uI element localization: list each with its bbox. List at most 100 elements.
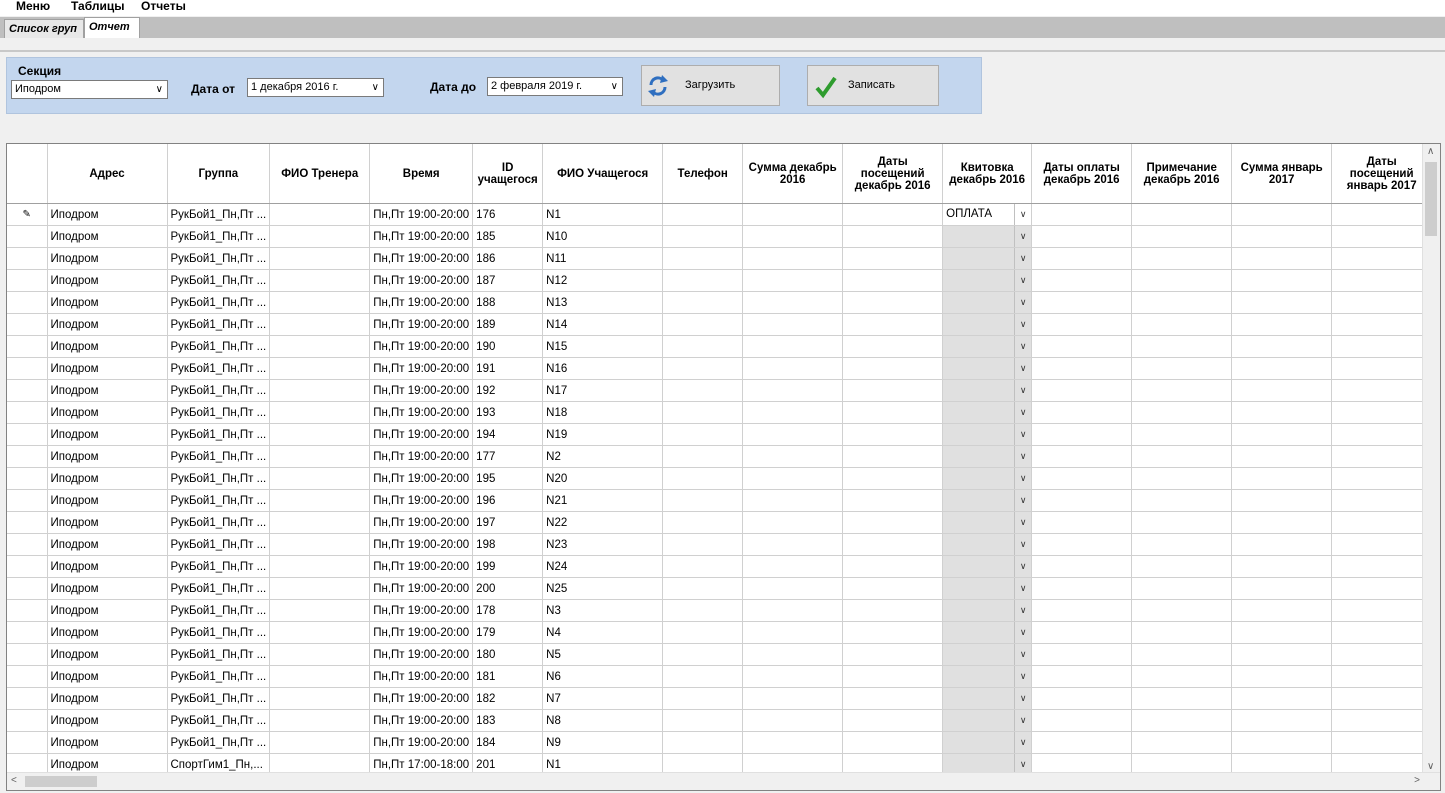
table-cell-sum-jan-2017[interactable] bbox=[1231, 247, 1333, 270]
table-cell-addr[interactable]: Иподром bbox=[47, 291, 168, 314]
table-cell-sum-jan-2017[interactable] bbox=[1231, 687, 1333, 710]
kvitovka-select[interactable]: ∨ bbox=[942, 687, 1033, 710]
table-cell-trainer[interactable] bbox=[269, 423, 371, 446]
table-cell-addr[interactable]: Иподром bbox=[47, 489, 168, 512]
table-cell-visits-dec-2016[interactable] bbox=[842, 511, 944, 534]
table-cell-sum-dec-2016[interactable] bbox=[742, 423, 844, 446]
column-header[interactable]: ФИО Учащегося bbox=[542, 144, 664, 204]
table-cell-id[interactable]: 179 bbox=[472, 621, 544, 644]
table-cell-name[interactable]: N21 bbox=[542, 489, 664, 512]
table-cell-group[interactable]: РукБой1_Пн,Пт ... bbox=[167, 379, 271, 402]
table-cell-visits-dec-2016[interactable] bbox=[842, 731, 944, 754]
table-cell-phone[interactable] bbox=[662, 247, 744, 270]
table-cell-group[interactable]: РукБой1_Пн,Пт ... bbox=[167, 577, 271, 600]
table-cell-id[interactable]: 181 bbox=[472, 665, 544, 688]
table-cell-addr[interactable]: Иподром bbox=[47, 467, 168, 490]
date-to-picker[interactable]: 2 февраля 2019 г. ∨ bbox=[487, 77, 623, 96]
table-cell-sum-dec-2016[interactable] bbox=[742, 357, 844, 380]
table-cell-phone[interactable] bbox=[662, 467, 744, 490]
table-cell-visits-dec-2016[interactable] bbox=[842, 489, 944, 512]
row-header[interactable] bbox=[7, 379, 48, 402]
table-cell-addr[interactable]: Иподром bbox=[47, 445, 168, 468]
table-cell-addr[interactable]: Иподром bbox=[47, 511, 168, 534]
table-cell-note-dec-2016[interactable] bbox=[1131, 599, 1233, 622]
table-cell-phone[interactable] bbox=[662, 621, 744, 644]
table-cell-group[interactable]: РукБой1_Пн,Пт ... bbox=[167, 687, 271, 710]
table-cell-group[interactable]: РукБой1_Пн,Пт ... bbox=[167, 291, 271, 314]
table-cell-time[interactable]: Пн,Пт 19:00-20:00 bbox=[369, 555, 474, 578]
table-cell-sum-dec-2016[interactable] bbox=[742, 291, 844, 314]
table-cell-visits-dec-2016[interactable] bbox=[842, 423, 944, 446]
table-row[interactable]: Иподром РукБой1_Пн,Пт ... Пн,Пт 19:00-20:0… bbox=[7, 401, 1440, 424]
table-cell-pay-dates-dec-2016[interactable] bbox=[1031, 511, 1133, 534]
table-cell-id[interactable]: 182 bbox=[472, 687, 544, 710]
kvitovka-select[interactable]: ∨ bbox=[942, 269, 1033, 292]
kvitovka-select[interactable]: ∨ bbox=[942, 291, 1033, 314]
table-cell-visits-jan-2017[interactable] bbox=[1331, 511, 1433, 534]
table-cell-sum-dec-2016[interactable] bbox=[742, 665, 844, 688]
chevron-down-icon[interactable]: ∨ bbox=[1014, 292, 1031, 313]
table-cell-trainer[interactable] bbox=[269, 577, 371, 600]
table-cell-time[interactable]: Пн,Пт 19:00-20:00 bbox=[369, 621, 474, 644]
table-cell-name[interactable]: N5 bbox=[542, 643, 664, 666]
column-header[interactable]: Адрес bbox=[47, 144, 168, 204]
table-cell-trainer[interactable] bbox=[269, 335, 371, 358]
table-cell-visits-jan-2017[interactable] bbox=[1331, 313, 1433, 336]
date-from-picker[interactable]: 1 декабря 2016 г. ∨ bbox=[247, 78, 384, 97]
table-cell-sum-dec-2016[interactable] bbox=[742, 335, 844, 358]
row-header[interactable] bbox=[7, 577, 48, 600]
table-cell-phone[interactable] bbox=[662, 269, 744, 292]
table-cell-time[interactable]: Пн,Пт 19:00-20:00 bbox=[369, 731, 474, 754]
table-cell-note-dec-2016[interactable] bbox=[1131, 401, 1233, 424]
table-cell-name[interactable]: N20 bbox=[542, 467, 664, 490]
scroll-right-icon[interactable]: > bbox=[1414, 775, 1420, 786]
table-cell-trainer[interactable] bbox=[269, 709, 371, 732]
table-cell-time[interactable]: Пн,Пт 19:00-20:00 bbox=[369, 313, 474, 336]
table-cell-pay-dates-dec-2016[interactable] bbox=[1031, 555, 1133, 578]
table-cell-sum-jan-2017[interactable] bbox=[1231, 203, 1333, 226]
chevron-down-icon[interactable]: ∨ bbox=[1014, 314, 1031, 335]
table-cell-id[interactable]: 190 bbox=[472, 335, 544, 358]
table-cell-trainer[interactable] bbox=[269, 203, 371, 226]
table-cell-visits-jan-2017[interactable] bbox=[1331, 445, 1433, 468]
table-cell-sum-jan-2017[interactable] bbox=[1231, 533, 1333, 556]
table-cell-visits-jan-2017[interactable] bbox=[1331, 533, 1433, 556]
table-row[interactable]: Иподром РукБой1_Пн,Пт ... Пн,Пт 19:00-20:0… bbox=[7, 467, 1440, 490]
table-cell-addr[interactable]: Иподром bbox=[47, 401, 168, 424]
table-cell-visits-jan-2017[interactable] bbox=[1331, 731, 1433, 754]
table-cell-time[interactable]: Пн,Пт 19:00-20:00 bbox=[369, 335, 474, 358]
table-cell-pay-dates-dec-2016[interactable] bbox=[1031, 291, 1133, 314]
column-header[interactable]: Примечание декабрь 2016 bbox=[1131, 144, 1233, 204]
table-cell-name[interactable]: N24 bbox=[542, 555, 664, 578]
table-cell-time[interactable]: Пн,Пт 19:00-20:00 bbox=[369, 533, 474, 556]
table-cell-sum-dec-2016[interactable] bbox=[742, 445, 844, 468]
table-cell-note-dec-2016[interactable] bbox=[1131, 313, 1233, 336]
table-cell-group[interactable]: РукБой1_Пн,Пт ... bbox=[167, 643, 271, 666]
table-cell-group[interactable]: РукБой1_Пн,Пт ... bbox=[167, 511, 271, 534]
table-cell-visits-dec-2016[interactable] bbox=[842, 555, 944, 578]
table-cell-note-dec-2016[interactable] bbox=[1131, 533, 1233, 556]
table-cell-id[interactable]: 200 bbox=[472, 577, 544, 600]
kvitovka-select[interactable]: ∨ bbox=[942, 379, 1033, 402]
column-header[interactable]: Сумма январь 2017 bbox=[1231, 144, 1333, 204]
table-cell-group[interactable]: РукБой1_Пн,Пт ... bbox=[167, 225, 271, 248]
table-cell-phone[interactable] bbox=[662, 401, 744, 424]
chevron-down-icon[interactable]: ∨ bbox=[1014, 402, 1031, 423]
table-row[interactable]: Иподром РукБой1_Пн,Пт ... Пн,Пт 19:00-20:0… bbox=[7, 533, 1440, 556]
table-cell-addr[interactable]: Иподром bbox=[47, 423, 168, 446]
kvitovka-select[interactable]: ∨ bbox=[942, 643, 1033, 666]
vertical-scroll-thumb[interactable] bbox=[1425, 162, 1437, 236]
row-header[interactable] bbox=[7, 533, 48, 556]
table-cell-group[interactable]: РукБой1_Пн,Пт ... bbox=[167, 555, 271, 578]
load-button[interactable]: Загрузить bbox=[641, 65, 780, 106]
table-cell-group[interactable]: РукБой1_Пн,Пт ... bbox=[167, 467, 271, 490]
table-row[interactable]: Иподром РукБой1_Пн,Пт ... Пн,Пт 19:00-20:0… bbox=[7, 709, 1440, 732]
table-cell-sum-dec-2016[interactable] bbox=[742, 511, 844, 534]
chevron-down-icon[interactable]: ∨ bbox=[1014, 380, 1031, 401]
table-cell-sum-jan-2017[interactable] bbox=[1231, 269, 1333, 292]
table-row[interactable]: Иподром РукБой1_Пн,Пт ... Пн,Пт 19:00-20:0… bbox=[7, 269, 1440, 292]
table-cell-trainer[interactable] bbox=[269, 313, 371, 336]
table-row[interactable]: Иподром РукБой1_Пн,Пт ... Пн,Пт 19:00-20:0… bbox=[7, 665, 1440, 688]
table-cell-phone[interactable] bbox=[662, 379, 744, 402]
section-select[interactable]: Иподром ∨ bbox=[11, 80, 168, 99]
